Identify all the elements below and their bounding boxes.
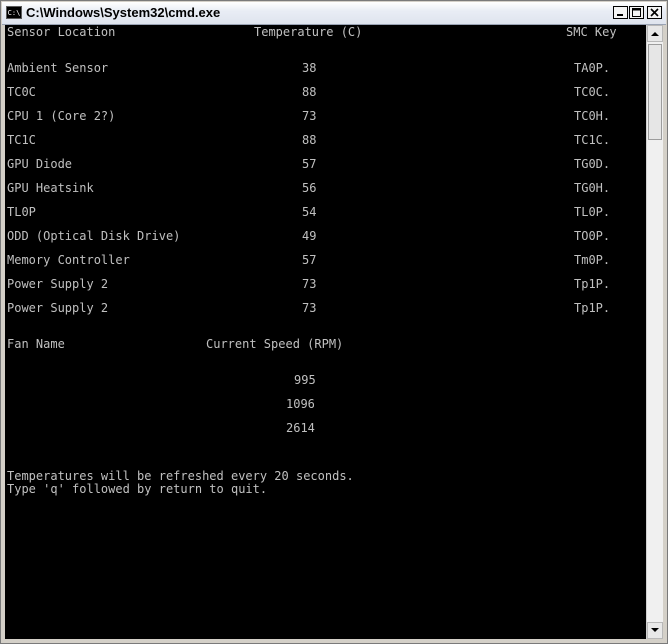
sensor-temperature: 54 <box>302 205 317 219</box>
title-bar[interactable]: C:\ C:\Windows\System32\cmd.exe <box>2 2 666 25</box>
arrow-up-icon <box>651 32 659 36</box>
cmd-app-icon[interactable]: C:\ <box>6 6 22 19</box>
sensor-location: CPU 1 (Core 2?) <box>7 109 116 123</box>
header-current-speed: Current Speed (RPM) <box>206 337 344 351</box>
sensor-temperature: 38 <box>302 61 317 75</box>
vertical-scrollbar[interactable] <box>646 25 663 639</box>
sensor-temperature: 73 <box>302 277 317 291</box>
sensor-temperature: 88 <box>302 133 317 147</box>
header-sensor-location: Sensor Location <box>7 25 116 39</box>
sensor-temperature: 88 <box>302 85 317 99</box>
sensor-smc-key: Tp1P. <box>574 301 611 315</box>
sensor-temperature: 56 <box>302 181 317 195</box>
sensor-location: GPU Diode <box>7 157 73 171</box>
sensor-smc-key: Tp1P. <box>574 277 611 291</box>
scrollbar-thumb[interactable] <box>648 44 662 140</box>
sensor-temperature: 73 <box>302 301 317 315</box>
scroll-up-button[interactable] <box>647 25 663 42</box>
sensor-smc-key: TC1C. <box>574 133 611 147</box>
sensor-location: Memory Controller <box>7 253 130 267</box>
sensor-location: ODD (Optical Disk Drive) <box>7 229 181 243</box>
sensor-location: GPU Heatsink <box>7 181 94 195</box>
maximize-button[interactable] <box>629 6 644 19</box>
header-fan-name: Fan Name <box>7 337 65 351</box>
sensor-smc-key: TC0H. <box>574 109 611 123</box>
sensor-smc-key: TA0P. <box>574 61 611 75</box>
header-temperature: Temperature (C) <box>254 25 363 39</box>
cmd-window: C:\ C:\Windows\System32\cmd.exe Sensor L… <box>0 0 668 644</box>
header-smc-key: SMC Key <box>566 25 617 39</box>
fan-speed: 2614 <box>286 421 315 435</box>
refresh-message: Temperatures will be refreshed every 20 … <box>7 469 354 483</box>
sensor-smc-key: TC0C. <box>574 85 611 99</box>
fan-speed: 1096 <box>286 397 315 411</box>
close-button[interactable] <box>647 6 662 19</box>
sensor-location: TC0C <box>7 85 36 99</box>
maximize-icon <box>632 8 641 17</box>
minimize-icon <box>617 14 623 16</box>
sensor-smc-key: TL0P. <box>574 205 611 219</box>
sensor-temperature: 57 <box>302 253 317 267</box>
sensor-location: Power Supply 2 <box>7 301 109 315</box>
sensor-smc-key: TG0D. <box>574 157 611 171</box>
sensor-temperature: 49 <box>302 229 317 243</box>
minimize-button[interactable] <box>613 6 628 19</box>
sensor-location: TL0P <box>7 205 36 219</box>
sensor-temperature: 73 <box>302 109 317 123</box>
window-title: C:\Windows\System32\cmd.exe <box>26 5 221 20</box>
sensor-location: TC1C <box>7 133 36 147</box>
quit-instruction: Type 'q' followed by return to quit. <box>7 482 268 496</box>
sensor-temperature: 57 <box>302 157 317 171</box>
sensor-location: Power Supply 2 <box>7 277 109 291</box>
sensor-smc-key: TG0H. <box>574 181 611 195</box>
sensor-smc-key: TO0P. <box>574 229 611 243</box>
close-icon <box>650 8 659 17</box>
scroll-down-button[interactable] <box>647 622 663 639</box>
arrow-down-icon <box>651 628 659 632</box>
console-output[interactable]: Sensor Location Temperature (C) SMC Key … <box>5 25 646 639</box>
sensor-smc-key: Tm0P. <box>574 253 611 267</box>
fan-speed: 995 <box>294 373 316 387</box>
sensor-location: Ambient Sensor <box>7 61 109 75</box>
